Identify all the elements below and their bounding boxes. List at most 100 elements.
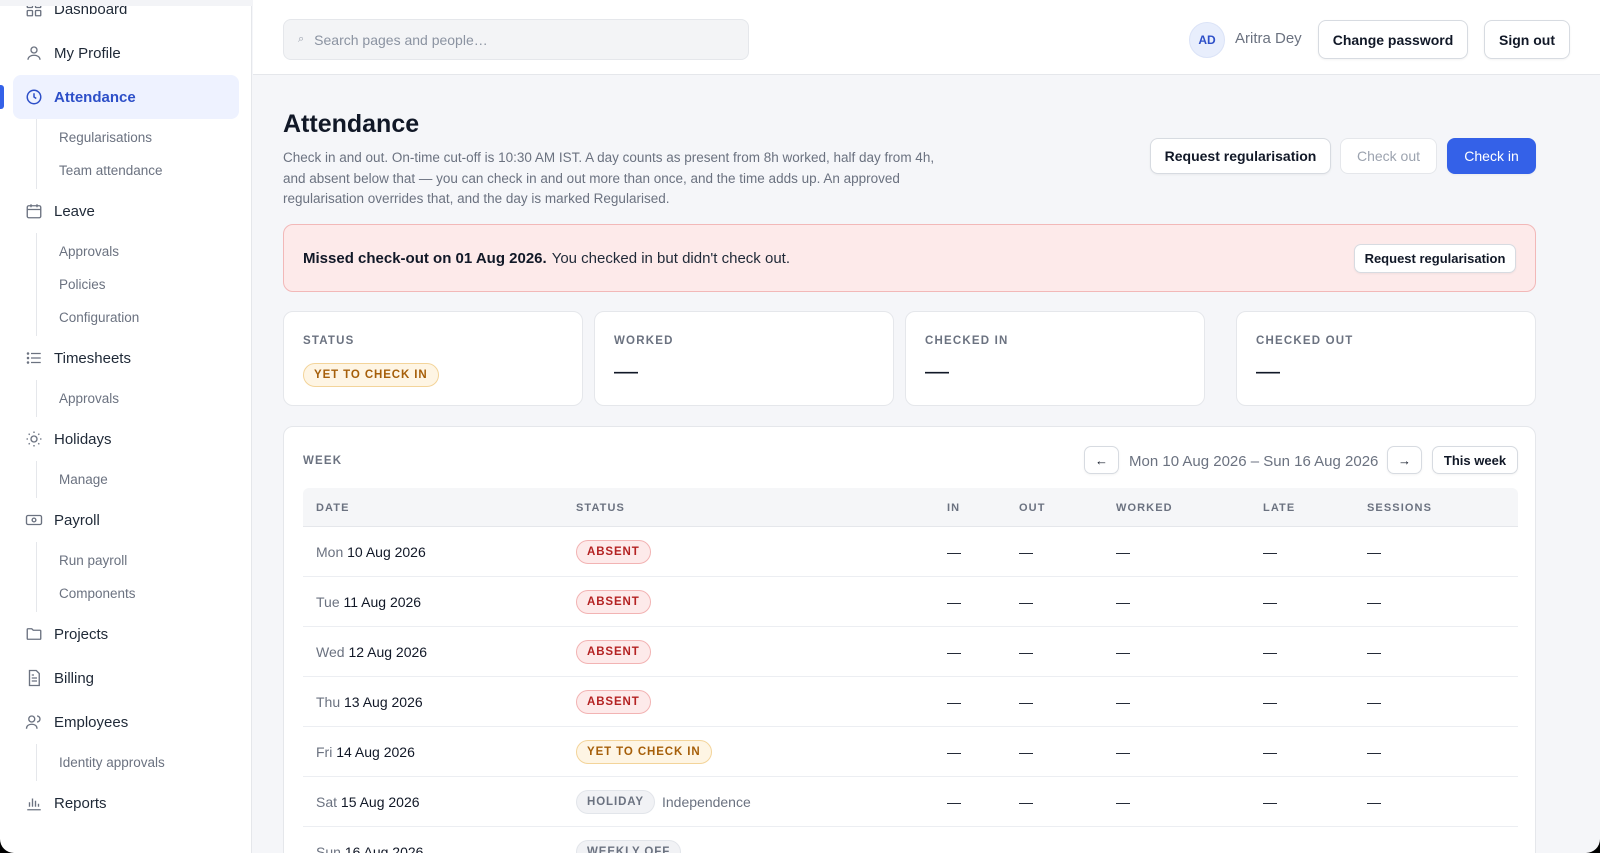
column-header-sessions: SESSIONS — [1367, 502, 1433, 514]
status-badge: ABSENT — [576, 640, 651, 664]
sidebar-subitem-manage[interactable]: Manage — [37, 463, 251, 496]
sidebar-subitem-identity-approvals[interactable]: Identity approvals — [37, 746, 251, 779]
row-worked: — — [1116, 744, 1130, 760]
row-out: — — [1019, 744, 1033, 760]
table-row[interactable]: Thu 13 Aug 2026 ABSENT — — — — — — [303, 677, 1518, 727]
next-week-button[interactable]: → — [1387, 446, 1422, 474]
change-password-button[interactable]: Change password — [1318, 20, 1468, 59]
status-card: STATUS YET TO CHECK IN — [283, 311, 583, 406]
row-day-of-week: Wed — [316, 644, 345, 660]
row-date-value: 12 Aug 2026 — [348, 644, 428, 660]
table-row[interactable]: Fri 14 Aug 2026 YET TO CHECK IN — — — — — — [303, 727, 1518, 777]
check-in-button[interactable]: Check in — [1447, 138, 1536, 174]
checked-out-card-value: — — [1256, 358, 1280, 385]
sidebar-item-label: Attendance — [54, 88, 136, 106]
sign-out-button[interactable]: Sign out — [1484, 20, 1570, 59]
table-row[interactable]: Wed 12 Aug 2026 ABSENT — — — — — — [303, 627, 1518, 677]
row-in: — — [947, 544, 961, 560]
row-status: HOLIDAY Independence — [576, 790, 751, 814]
row-status: WEEKLY OFF — [576, 840, 682, 853]
row-date-value: 15 Aug 2026 — [340, 794, 420, 810]
column-header-in: IN — [947, 502, 961, 514]
table-row[interactable]: Tue 11 Aug 2026 ABSENT — — — — — — [303, 577, 1518, 627]
checked-in-card-label: CHECKED IN — [925, 335, 1009, 347]
this-week-button[interactable]: This week — [1432, 446, 1518, 474]
sidebar-item-label: My Profile — [54, 44, 121, 62]
sidebar-item-attendance[interactable]: Attendance — [0, 75, 239, 119]
arrow-right-icon: → — [1398, 452, 1411, 468]
sidebar-subitem-team-attendance[interactable]: Team attendance — [37, 154, 251, 187]
alert-message: You checked in but didn't check out. — [551, 249, 790, 267]
sidebar-subitem-regularisations[interactable]: Regularisations — [37, 121, 251, 154]
row-date-value: 13 Aug 2026 — [344, 694, 423, 710]
sidebar-item-my-profile[interactable]: My Profile — [13, 31, 239, 75]
sidebar-subitem-timesheet-approvals[interactable]: Approvals — [37, 382, 251, 415]
search-box[interactable]: ⌕ — [283, 19, 749, 60]
sidebar-item-leave[interactable]: Leave — [13, 189, 239, 233]
week-panel: WEEK ← Mon 10 Aug 2026 – Sun 16 Aug 2026… — [283, 426, 1536, 853]
check-out-button[interactable]: Check out — [1340, 138, 1437, 174]
sidebar-subitem-leave-approvals[interactable]: Approvals — [37, 235, 251, 268]
sidebar-item-label: Reports — [54, 794, 107, 812]
bar-chart-icon — [25, 794, 43, 812]
sidebar-item-timesheets[interactable]: Timesheets — [13, 336, 239, 380]
search-icon: ⌕ — [298, 33, 305, 45]
status-badge: ABSENT — [576, 590, 651, 614]
row-late: — — [1263, 694, 1277, 710]
sidebar-nav: Dashboard My Profile Attendance Regulari… — [0, 0, 251, 825]
avatar[interactable]: AD — [1189, 22, 1225, 58]
sidebar-item-projects[interactable]: Projects — [13, 612, 239, 656]
row-day-of-week: Mon — [316, 544, 344, 560]
sidebar: Dashboard My Profile Attendance Regulari… — [0, 0, 252, 853]
worked-card-value: — — [614, 358, 638, 385]
table-row[interactable]: Sun 16 Aug 2026 WEEKLY OFF — — — — — — [303, 827, 1518, 853]
week-label: WEEK — [303, 455, 343, 467]
table-row[interactable]: Sat 15 Aug 2026 HOLIDAY Independence — — — — — — [303, 777, 1518, 827]
row-date: Tue 11 Aug 2026 — [316, 594, 421, 610]
row-sessions: — — [1367, 544, 1381, 560]
row-worked: — — [1116, 594, 1130, 610]
window-corner — [1586, 839, 1600, 853]
user-name: Aritra Dey — [1235, 30, 1302, 47]
row-day-of-week: Tue — [316, 594, 340, 610]
file-icon — [25, 669, 43, 687]
row-date-value: 11 Aug 2026 — [343, 594, 422, 610]
search-input[interactable] — [314, 31, 715, 48]
sidebar-subitem-configuration[interactable]: Configuration — [37, 301, 251, 334]
sun-icon — [25, 430, 43, 448]
sidebar-item-billing[interactable]: Billing — [13, 656, 239, 700]
row-in: — — [947, 594, 961, 610]
sidebar-subitem-run-payroll[interactable]: Run payroll — [37, 544, 251, 577]
list-icon — [25, 349, 43, 367]
sidebar-subitem-policies[interactable]: Policies — [37, 268, 251, 301]
status-badge: HOLIDAY — [576, 790, 655, 814]
previous-week-button[interactable]: ← — [1084, 446, 1119, 474]
alert-request-regularisation-button[interactable]: Request regularisation — [1354, 244, 1516, 273]
sidebar-item-reports[interactable]: Reports — [13, 781, 239, 825]
row-worked: — — [1116, 644, 1130, 660]
row-in: — — [947, 744, 961, 760]
sidebar-item-label: Holidays — [54, 430, 112, 448]
sidebar-item-label: Projects — [54, 625, 109, 643]
column-header-out: OUT — [1019, 502, 1046, 514]
page-description: Check in and out. On-time cut-off is 10:… — [283, 150, 935, 206]
row-status: ABSENT — [576, 590, 651, 614]
row-out: — — [1019, 594, 1033, 610]
sidebar-subitem-components[interactable]: Components — [37, 577, 251, 610]
sidebar-item-holidays[interactable]: Holidays — [13, 417, 239, 461]
row-out: — — [1019, 794, 1033, 810]
payroll-subnav: Run payroll Components — [36, 542, 251, 612]
status-badge: ABSENT — [576, 690, 651, 714]
request-regularisation-button[interactable]: Request regularisation — [1150, 138, 1331, 174]
sidebar-item-payroll[interactable]: Payroll — [13, 498, 239, 542]
row-day-of-week: Sun — [316, 844, 341, 853]
row-in: — — [947, 794, 961, 810]
clock-icon — [25, 88, 43, 106]
sidebar-item-label: Employees — [54, 713, 129, 731]
sidebar-item-label: Billing — [54, 669, 95, 687]
row-late: — — [1263, 544, 1277, 560]
table-row[interactable]: Mon 10 Aug 2026 ABSENT — — — — — — [303, 527, 1518, 577]
sidebar-item-label: Payroll — [54, 511, 100, 529]
row-sessions: — — [1367, 694, 1381, 710]
sidebar-item-employees[interactable]: Employees — [13, 700, 239, 744]
